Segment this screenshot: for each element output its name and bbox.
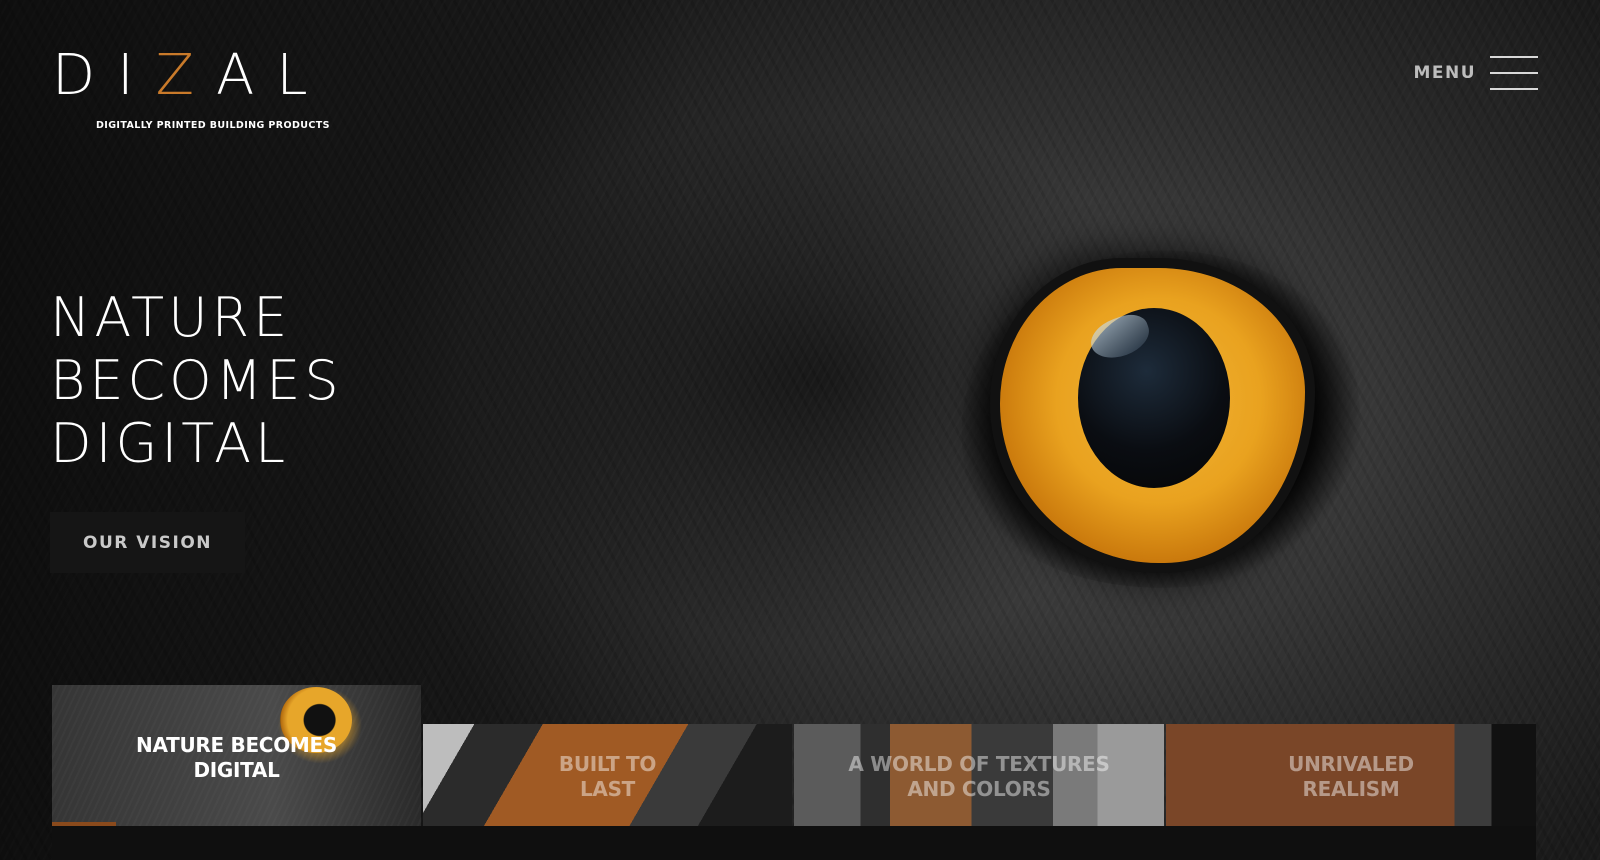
tile-label: UNRIVALED REALISM [1166,752,1536,802]
brand-logo[interactable]: D I Z A L DIGITALLY PRINTED BUILDING PRO… [52,43,342,132]
headline-line-2: BECOMES [50,349,343,412]
tile-label: A WORLD OF TEXTURES AND COLORS [794,752,1164,802]
logo-letter-i: I [117,43,156,108]
hamburger-line [1490,56,1538,58]
logo-tagline: DIGITALLY PRINTED BUILDING PRODUCTS [96,120,330,131]
tile-built-to-last[interactable]: BUILT TO LAST [423,724,792,826]
menu-button[interactable]: MENU [1413,56,1538,90]
logo-letter-a: A [216,43,277,108]
logo-letter-l: L [276,43,330,108]
hamburger-line [1490,72,1538,74]
tile-label: NATURE BECOMES DIGITAL [52,733,421,783]
logo-wordmark: D I Z A L [52,43,342,108]
tile-textures-and-colors[interactable]: A WORLD OF TEXTURES AND COLORS [794,724,1164,826]
tile-label-line: DIGITAL [193,758,280,782]
logo-letter-d: D [52,43,118,108]
tile-nature-becomes-digital[interactable]: NATURE BECOMES DIGITAL [52,685,421,826]
tile-label-line: REALISM [1302,777,1400,801]
tile-label: BUILT TO LAST [423,752,792,802]
hero-headline: NATURE BECOMES DIGITAL [50,286,343,475]
tile-label-line: LAST [579,777,636,801]
our-vision-button[interactable]: OUR VISION [50,512,245,573]
hamburger-line [1490,88,1538,90]
tile-label-line: UNRIVALED [1288,752,1414,776]
tile-label-line: NATURE BECOMES [136,733,337,757]
tiles-footer-shade [52,826,1536,860]
feature-tiles: NATURE BECOMES DIGITAL BUILT TO LAST A W… [52,685,1536,860]
logo-letter-z: Z [155,43,217,108]
tile-label-line: AND COLORS [907,777,1051,801]
headline-line-3: DIGITAL [50,412,290,475]
tile-label-line: BUILT TO [558,752,657,776]
headline-line-1: NATURE [50,286,292,349]
tile-unrivaled-realism[interactable]: UNRIVALED REALISM [1166,724,1536,826]
tile-label-line: A WORLD OF TEXTURES [848,752,1110,776]
hamburger-icon[interactable] [1490,56,1538,90]
menu-label: MENU [1413,63,1476,83]
